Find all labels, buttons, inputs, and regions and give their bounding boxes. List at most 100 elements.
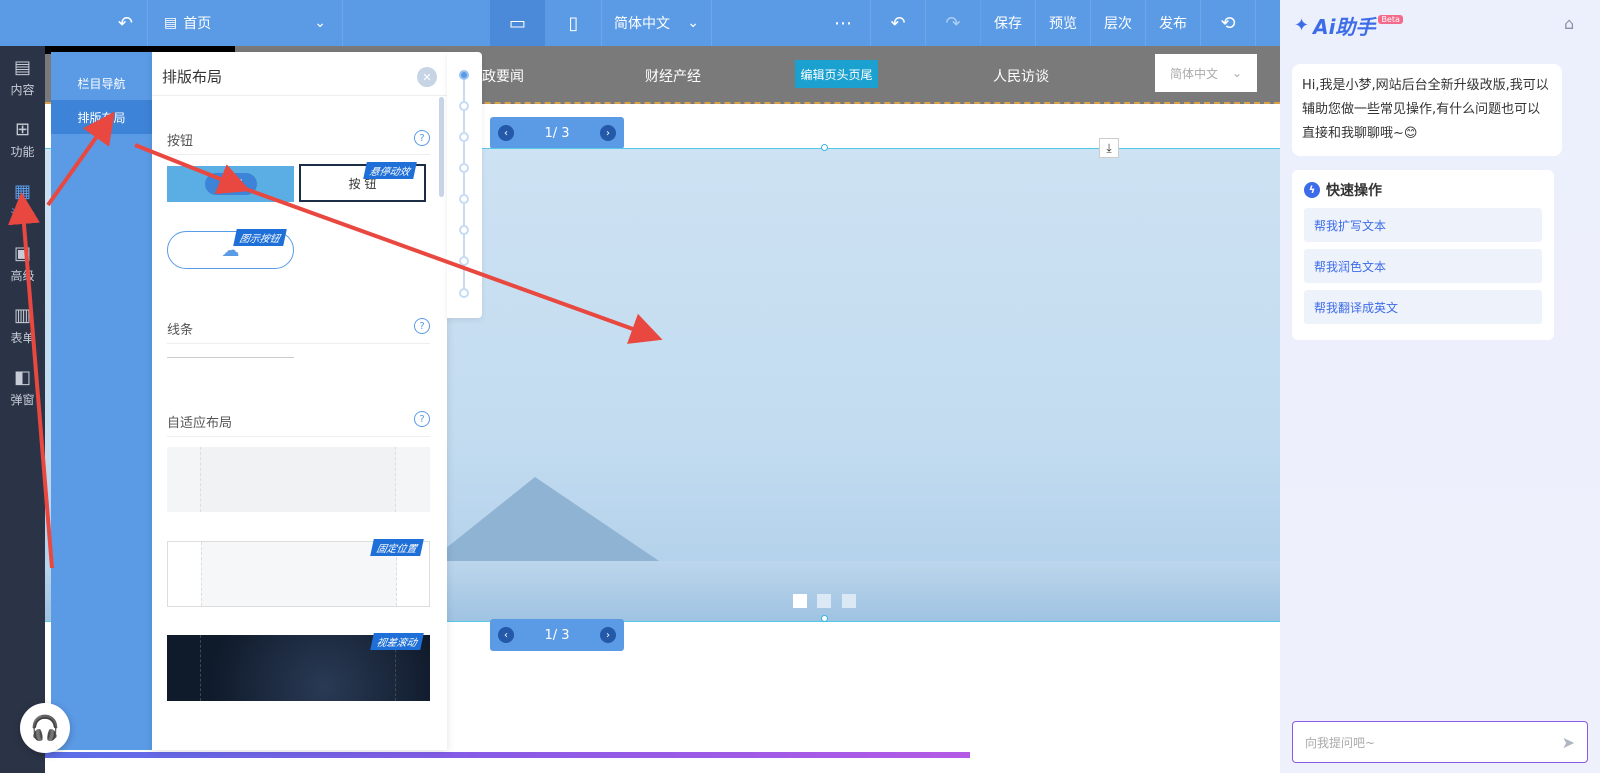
next-slide-button[interactable]: › [600, 125, 616, 141]
section-knob[interactable] [459, 70, 469, 80]
beta-badge: Beta [1378, 15, 1403, 24]
customer-support-button[interactable]: 🎧 [20, 703, 70, 753]
preview-button[interactable]: 预览 [1036, 0, 1091, 46]
close-button[interactable]: ✕ [417, 67, 437, 87]
close-icon: ✕ [422, 70, 432, 84]
layers-button[interactable]: 层次 [1091, 0, 1146, 46]
rail-item-content[interactable]: ▤ 内容 [0, 46, 45, 108]
language-select[interactable]: 简体中文 ⌄ [602, 0, 712, 46]
section-knob[interactable] [459, 194, 469, 204]
rail-item-form[interactable]: ▥ 表单 [0, 294, 45, 356]
more-button[interactable]: ⋯ [816, 0, 871, 46]
prev-slide-button[interactable]: ‹ [498, 627, 514, 643]
quick-action-expand[interactable]: 帮我扩写文本 [1304, 208, 1542, 242]
help-icon[interactable]: ? [414, 318, 430, 334]
redo-button[interactable]: ↷ [926, 0, 981, 46]
quick-actions: ϟ 快速操作 帮我扩写文本 帮我润色文本 帮我翻译成英文 [1292, 170, 1554, 340]
panel-title: 排版布局 [162, 68, 223, 86]
slide-pager-bottom: ‹ 1/ 3 › [490, 619, 624, 651]
publish-button[interactable]: 发布 [1146, 0, 1201, 46]
hover-effect-ribbon: 悬停动效 [363, 162, 417, 179]
layout-sample-adaptive[interactable] [167, 447, 430, 512]
magic-wand-icon: ✦ [1294, 15, 1310, 36]
tab-layout[interactable]: 排版布局 [51, 100, 152, 134]
left-rail: ▤ 内容 ⊞ 功能 ▦ 设计 ▣ 高级 ▥ 表单 ◧ 弹窗 [0, 46, 45, 773]
mobile-icon: ▯ [568, 12, 579, 34]
desktop-icon: ▭ [508, 12, 526, 34]
back-icon: ↶ [117, 12, 133, 34]
desktop-view-button[interactable]: ▭ [490, 0, 546, 46]
page-section-slider[interactable] [447, 52, 482, 318]
mobile-view-button[interactable]: ▯ [546, 0, 602, 46]
next-slide-button[interactable]: › [600, 627, 616, 643]
section-title-adaptive: 自适应布局 [167, 416, 233, 431]
page-icon: ▤ [164, 15, 178, 31]
icon-button-ribbon: 图示按钮 [233, 229, 287, 246]
form-icon: ▥ [13, 304, 31, 326]
ai-chat-input[interactable]: 向我提问吧~ ➤ [1292, 721, 1588, 763]
slide-indicator-dot[interactable] [842, 594, 856, 608]
help-icon[interactable]: ? [414, 411, 430, 427]
tab-column-nav[interactable]: 栏目导航 [51, 66, 152, 100]
history-icon: ⟲ [1220, 12, 1236, 34]
prev-slide-button[interactable]: ‹ [498, 125, 514, 141]
ai-assistant-panel: ✦ Ai助手 Beta ⌂ Hi,我是小梦,网站后台全新升级改版,我可以辅助您做… [1280, 0, 1600, 773]
rail-item-popup[interactable]: ◧ 弹窗 [0, 356, 45, 418]
rail-item-function[interactable]: ⊞ 功能 [0, 108, 45, 170]
edit-header-footer-button[interactable]: 编辑页头页尾 [795, 60, 878, 88]
back-button[interactable]: ↶ [0, 0, 148, 46]
lightning-icon: ϟ [1304, 182, 1320, 198]
parallax-ribbon: 视差滚动 [370, 633, 424, 650]
redo-icon: ↷ [945, 12, 961, 34]
section-knob[interactable] [459, 132, 469, 142]
grid-icon: ⊞ [14, 118, 31, 140]
top-toolbar: ↶ ▤ 首页 ⌄ ▭ ▯ 简体中文 ⌄ ⋯ ↶ ↷ 保存 预览 层次 发布 ⟲ [0, 0, 1280, 46]
rail-item-advanced[interactable]: ▣ 高级 [0, 232, 45, 294]
site-language-select[interactable]: 简体中文 ⌄ [1155, 54, 1257, 92]
document-icon: ▤ [13, 56, 31, 78]
slide-indicator-dot[interactable] [817, 594, 831, 608]
undo-button[interactable]: ↶ [871, 0, 926, 46]
site-nav-link[interactable]: 政要闻 [482, 66, 524, 86]
resize-handle[interactable] [821, 615, 828, 622]
section-knob[interactable] [459, 256, 469, 266]
mountain-image [425, 477, 665, 565]
section-knob[interactable] [459, 163, 469, 173]
section-knob[interactable] [459, 288, 469, 298]
progress-bar [45, 752, 970, 758]
quick-action-polish[interactable]: 帮我润色文本 [1304, 249, 1542, 283]
undo-icon: ↶ [890, 12, 906, 34]
ai-greeting-message: Hi,我是小梦,网站后台全新升级改版,我可以辅助您做一些常见操作,有什么问题也可… [1292, 64, 1562, 156]
rail-item-design[interactable]: ▦ 设计 [0, 170, 45, 232]
chevron-down-icon: ⌄ [687, 15, 699, 31]
fixed-position-ribbon: 固定位置 [370, 539, 424, 556]
scrollbar[interactable] [439, 97, 444, 197]
save-button[interactable]: 保存 [981, 0, 1036, 46]
resize-handle[interactable] [821, 144, 828, 151]
chevron-down-icon: ⌄ [1231, 66, 1243, 80]
chevron-down-icon: ⌄ [314, 15, 326, 31]
slide-indicator-dot[interactable] [793, 594, 807, 608]
send-icon[interactable]: ➤ [1562, 733, 1575, 752]
page-select[interactable]: ▤ 首页 ⌄ [148, 0, 343, 46]
layout-panel: 排版布局 ✕ 按钮 ? 选择 按 钮 悬停动效 ☁ 图示按钮 线条 ? 自适应布… [152, 52, 447, 750]
gift-icon[interactable]: ⌂ [1564, 14, 1574, 33]
site-nav-link[interactable]: 人民访谈 [993, 66, 1049, 86]
section-knob[interactable] [459, 101, 469, 111]
history-button[interactable]: ⟲ [1201, 0, 1256, 46]
ai-header: ✦ Ai助手 Beta [1294, 11, 1403, 40]
advanced-icon: ▣ [13, 242, 31, 264]
section-title-button: 按钮 [167, 134, 194, 149]
section-knob[interactable] [459, 225, 469, 235]
button-sample-select[interactable]: 选择 [167, 166, 294, 202]
quick-action-translate[interactable]: 帮我翻译成英文 [1304, 290, 1542, 324]
site-nav-link[interactable]: 财经产经 [645, 66, 701, 86]
help-icon[interactable]: ? [414, 130, 430, 146]
layout-icon: ▦ [13, 180, 31, 202]
download-icon[interactable]: ⤓ [1099, 138, 1119, 158]
line-sample[interactable] [167, 357, 294, 358]
popup-icon: ◧ [13, 366, 31, 388]
headset-icon: 🎧 [30, 714, 60, 742]
more-icon: ⋯ [834, 12, 852, 34]
panel-tab-column: 栏目导航 排版布局 [51, 52, 152, 750]
